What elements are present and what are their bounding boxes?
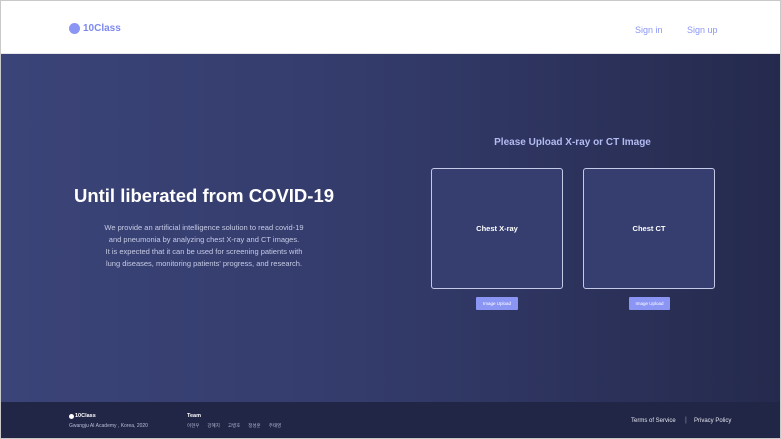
xray-image-upload-button[interactable]: Image Upload xyxy=(476,297,518,310)
team-member: 정성훈 xyxy=(248,423,261,428)
hero-description-line: and pneumonia by analyzing chest X-ray a… xyxy=(108,235,300,244)
hero-description-line: We provide an artificial intelligence so… xyxy=(104,223,304,232)
hero-description-line: lung diseases, monitoring patients' prog… xyxy=(105,259,303,268)
team-member: 강혜지 xyxy=(207,423,220,428)
footer-brand: 10Class xyxy=(69,413,96,419)
hero-description: We provide an artificial intelligence so… xyxy=(61,222,347,270)
logo[interactable]: 10Class xyxy=(69,23,121,34)
logo-circle-icon xyxy=(69,23,80,34)
team-member: 주태영 xyxy=(268,423,282,428)
footer-brand-text: 10Class xyxy=(75,413,96,419)
hero-section: Until liberated from COVID-19 We provide… xyxy=(1,54,780,402)
footer: 10Class Gwangju AI Academy , Korea, 2020… xyxy=(1,402,780,438)
sign-in-link[interactable]: Sign in xyxy=(635,25,663,35)
team-member: 고병호 xyxy=(227,423,241,428)
team-member: 이현우 xyxy=(187,423,200,428)
sign-up-link[interactable]: Sign up xyxy=(687,25,718,35)
hero-title: Until liberated from COVID-19 xyxy=(73,185,335,206)
footer-address: Gwangju AI Academy , Korea, 2020 xyxy=(69,423,148,429)
hero-description-line: It is expected that it can be used for s… xyxy=(105,247,303,256)
logo-text: 10Class xyxy=(83,23,121,34)
footer-team-title: Team xyxy=(187,413,201,419)
app-window: 10Class Sign in Sign up Until liberated … xyxy=(0,0,781,439)
chest-ct-dropzone[interactable]: Chest CT xyxy=(583,168,715,289)
terms-of-service-link[interactable]: Terms of Service xyxy=(631,418,676,424)
privacy-policy-link[interactable]: Privacy Policy xyxy=(694,418,731,424)
upload-title: Please Upload X-ray or CT Image xyxy=(494,137,651,148)
chest-xray-dropzone[interactable]: Chest X-ray xyxy=(431,168,563,289)
chest-ct-label: Chest CT xyxy=(632,224,666,233)
chest-xray-label: Chest X-ray xyxy=(476,224,518,233)
footer-team-members: 이현우 강혜지 고병호 정성훈 주태영 xyxy=(187,423,289,429)
ct-image-upload-button[interactable]: Image Upload xyxy=(629,297,670,310)
footer-separator: | xyxy=(685,417,687,424)
top-navbar: 10Class Sign in Sign up xyxy=(1,1,780,54)
footer-logo-circle-icon xyxy=(69,413,74,419)
